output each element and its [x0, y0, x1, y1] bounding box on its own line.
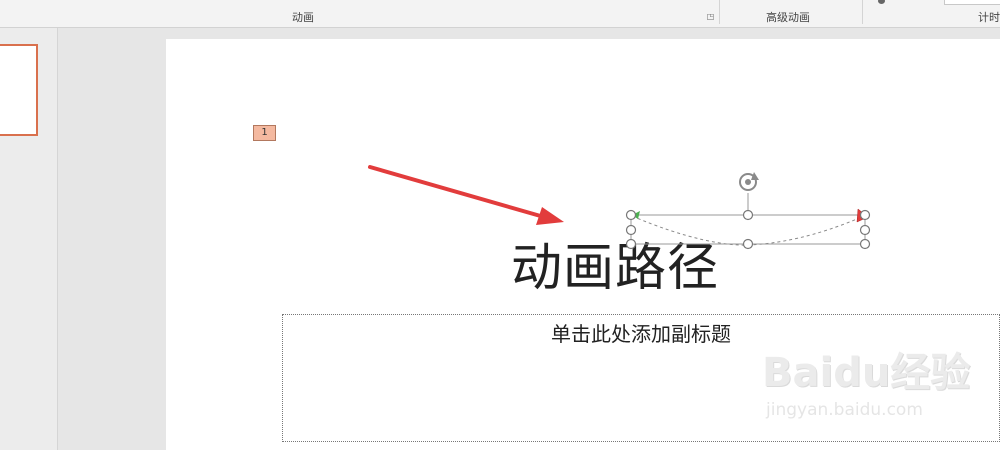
watermark-logo-text: Baidu经验: [762, 350, 971, 396]
resize-handle: [742, 209, 754, 221]
slide-thumbnail-pane: [0, 28, 58, 450]
resize-handle: [859, 224, 871, 236]
watermark-url: jingyan.baidu.com: [766, 400, 923, 420]
annotation-arrow: [368, 165, 564, 225]
ribbon-separator: [862, 0, 863, 24]
ribbon-control-icon[interactable]: [878, 0, 885, 4]
resize-handle: [625, 224, 637, 236]
motion-path-selection[interactable]: [625, 172, 871, 250]
slide-thumbnail-selected[interactable]: [0, 44, 38, 136]
ribbon-separator: [719, 0, 720, 24]
ribbon-group-timing-label: 计时: [978, 11, 1000, 24]
ribbon-input-field[interactable]: [944, 0, 1000, 5]
ribbon-group-advanced-animation-label: 高级动画: [766, 11, 810, 24]
ribbon-group-animation-label: 动画: [292, 11, 314, 24]
dialog-launcher-icon[interactable]: ◳: [706, 12, 715, 21]
rotate-handle-icon: [739, 172, 759, 191]
ribbon: 动画 ◳ 高级动画 计时: [0, 0, 1000, 28]
resize-handle: [625, 209, 637, 221]
watermark-logo: Baidu经验 jingyan.baidu.com: [752, 340, 1000, 435]
resize-handle: [742, 238, 754, 250]
resize-handle: [859, 209, 871, 221]
resize-handle: [625, 238, 637, 250]
resize-handle: [859, 238, 871, 250]
